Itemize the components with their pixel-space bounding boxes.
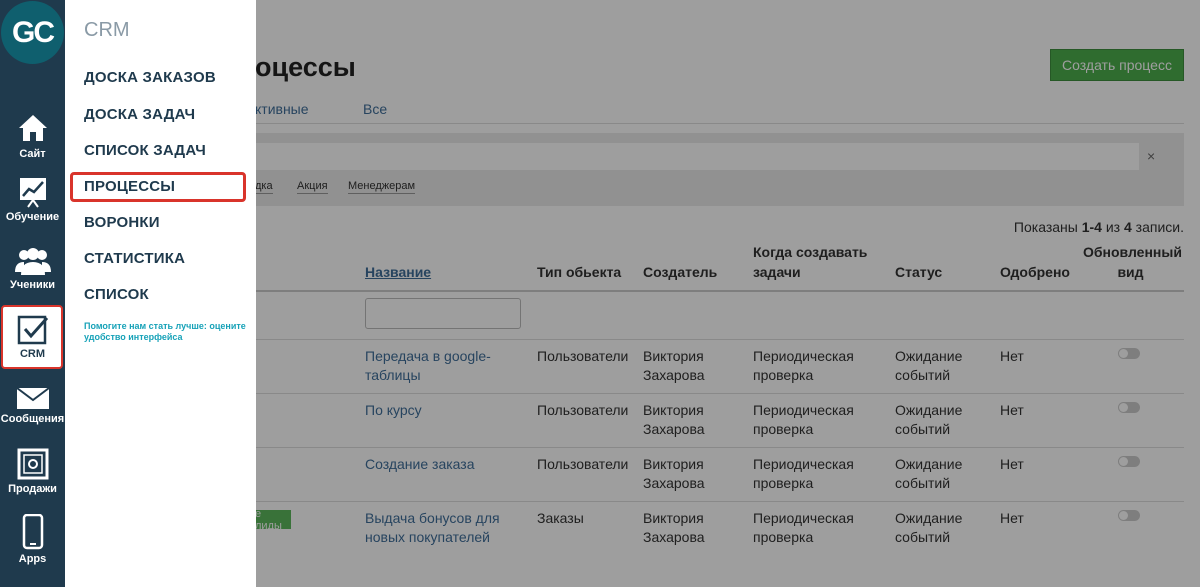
nav-apps[interactable]: Apps (0, 514, 65, 565)
menu-item-tasks-board[interactable]: ДОСКА ЗАДАЧ (84, 106, 195, 123)
menu-title: CRM (84, 19, 130, 41)
menu-item-list[interactable]: СПИСОК (84, 286, 149, 303)
nav-crm[interactable]: CRM (1, 305, 63, 369)
nav-students-label: Ученики (9, 279, 56, 291)
logo-text: GC (12, 15, 55, 49)
nav-crm-content: CRM (0, 315, 65, 360)
home-icon (18, 115, 47, 141)
safe-icon (17, 448, 48, 480)
menu-item-orders-board[interactable]: ДОСКА ЗАКАЗОВ (84, 69, 216, 86)
nav-sales[interactable]: Продажи (0, 448, 65, 495)
nav-crm-label: CRM (19, 348, 46, 360)
nav-messages-label: Сообщения (0, 413, 65, 425)
nav-site-label: Сайт (19, 148, 46, 160)
menu-item-funnels[interactable]: ВОРОНКИ (84, 214, 160, 231)
nav-students[interactable]: Ученики (0, 246, 65, 291)
nav-learning[interactable]: Обучение (0, 176, 65, 223)
left-navigation: GC Сайт Обучение Ученики CRM Сообщения П… (0, 0, 65, 587)
chart-board-icon (19, 178, 46, 208)
nav-messages[interactable]: Сообщения (0, 386, 65, 425)
menu-item-processes[interactable]: ПРОЦЕССЫ (84, 178, 175, 195)
crm-menu-panel: CRM ДОСКА ЗАКАЗОВ ДОСКА ЗАДАЧ СПИСОК ЗАД… (65, 0, 256, 587)
checkbox-icon (17, 315, 48, 345)
phone-icon (22, 514, 43, 550)
menu-item-task-list[interactable]: СПИСОК ЗАДАЧ (84, 142, 206, 159)
users-icon (14, 248, 51, 275)
menu-item-statistics[interactable]: СТАТИСТИКА (84, 250, 185, 267)
feedback-link[interactable]: Помогите нам стать лучше: оцените удобст… (84, 321, 254, 343)
gc-logo[interactable]: GC (1, 1, 64, 64)
nav-apps-label: Apps (18, 553, 47, 565)
envelope-icon (15, 387, 50, 409)
nav-site[interactable]: Сайт (0, 111, 65, 160)
nav-learning-label: Обучение (5, 211, 60, 223)
nav-sales-label: Продажи (8, 483, 57, 495)
